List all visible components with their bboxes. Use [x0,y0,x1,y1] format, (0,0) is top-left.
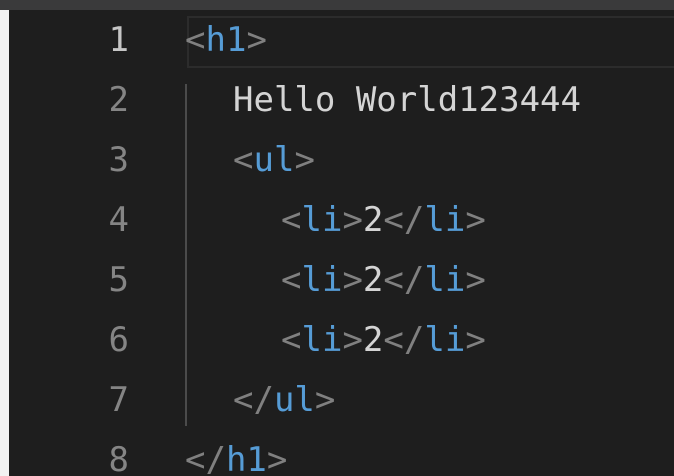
line-number: 1 [108,20,129,60]
code-line-4[interactable]: 4 <li>2</li> [9,190,674,250]
tag-bracket: > [342,260,363,300]
code-line-2[interactable]: 2 Hello World123444 [9,70,674,130]
code-content[interactable]: <li>2</li> [281,200,486,240]
line-number: 8 [108,440,129,476]
line-number: 3 [108,140,129,180]
tag-bracket: > [246,20,267,60]
tag-bracket: </ [185,440,226,476]
tag-bracket: > [465,320,486,360]
line-number: 2 [108,80,129,120]
left-panel-edge [0,10,9,476]
code-editor[interactable]: 1 <h1> 2 Hello World123444 3 <ul> 4 <li>… [9,10,674,476]
tag-bracket: < [281,320,302,360]
tag-bracket: < [185,20,206,60]
editor-top-bar [0,0,674,10]
text-content: 2 [362,320,384,360]
code-content[interactable]: </ul> [233,380,335,420]
tag-bracket: </ [383,200,425,240]
tag-bracket: </ [383,320,425,360]
tag-name: li [424,200,466,240]
line-number: 5 [108,260,129,300]
line-number: 7 [108,380,129,420]
code-line-6[interactable]: 6 <li>2</li> [9,310,674,370]
tag-name: li [424,320,466,360]
code-content[interactable]: <ul> [233,140,315,180]
tag-name: ul [253,140,295,180]
tag-bracket: < [281,260,302,300]
code-line-5[interactable]: 5 <li>2</li> [9,250,674,310]
text-content: 2 [362,200,384,240]
tag-bracket: > [465,200,486,240]
tag-bracket: < [233,140,254,180]
tag-bracket: > [266,440,288,476]
code-content[interactable]: <h1> [185,20,267,60]
code-content[interactable]: <li>2</li> [281,260,486,300]
code-content[interactable]: <li>2</li> [281,320,486,360]
code-line-1[interactable]: 1 <h1> [9,10,674,70]
text-content: Hello World123444 [233,80,581,120]
tag-bracket: > [342,200,363,240]
tag-bracket: </ [233,380,274,420]
tag-bracket: < [281,200,302,240]
text-content: 2 [362,260,384,300]
tag-bracket: > [314,380,336,420]
code-editor-window: 1 <h1> 2 Hello World123444 3 <ul> 4 <li>… [0,0,674,476]
tag-name: h1 [205,20,247,60]
tag-name: ul [273,380,315,420]
tag-bracket: > [342,320,363,360]
code-line-8[interactable]: 8 </h1> [9,430,674,476]
tag-name: li [424,260,466,300]
tag-name: li [301,260,343,300]
tag-name: h1 [225,440,267,476]
code-line-3[interactable]: 3 <ul> [9,130,674,190]
tag-name: li [301,320,343,360]
line-number: 4 [108,200,129,240]
tag-bracket: </ [383,260,425,300]
tag-name: li [301,200,343,240]
code-content[interactable]: </h1> [185,440,287,476]
line-number: 6 [108,320,129,360]
code-content[interactable]: Hello World123444 [233,80,581,120]
code-line-7[interactable]: 7 </ul> [9,370,674,430]
tag-bracket: > [294,140,315,180]
tag-bracket: > [465,260,486,300]
